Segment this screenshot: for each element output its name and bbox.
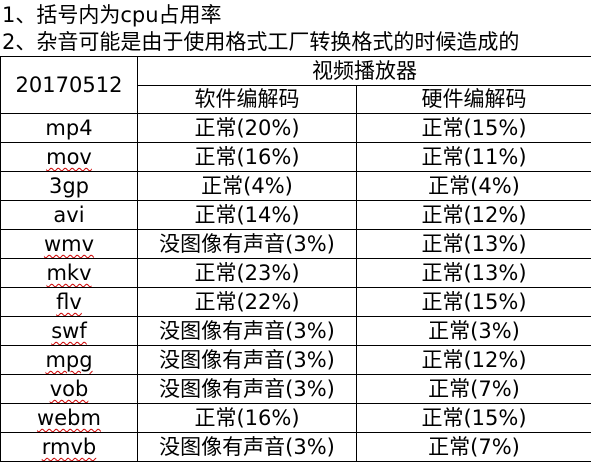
- hardware-result-cell: 正常(7%): [357, 433, 591, 462]
- format-cell: mkv: [1, 259, 138, 288]
- note-cpu-usage: 1、括号内为cpu占用率: [2, 1, 222, 29]
- test-date-cell: 20170512: [1, 57, 138, 114]
- software-result-cell: 正常(14%): [138, 201, 357, 230]
- hardware-result-cell: 正常(15%): [357, 114, 591, 143]
- hardware-result-cell: 正常(11%): [357, 143, 591, 172]
- table-row: wmv 没图像有声音(3%)正常(13%): [1, 230, 591, 259]
- table-row: rmvb 没图像有声音(3%)正常(7%): [1, 433, 591, 462]
- format-label: mpg: [45, 348, 92, 372]
- format-cell: rmvb: [1, 433, 138, 462]
- format-label: vob: [50, 377, 89, 401]
- software-result-cell: 没图像有声音(3%): [138, 375, 357, 404]
- table-row: mov 正常(16%)正常(11%): [1, 143, 591, 172]
- format-label: mp4: [45, 116, 92, 140]
- format-label: rmvb: [42, 435, 96, 459]
- format-label: avi: [53, 203, 84, 227]
- format-cell: mov: [1, 143, 138, 172]
- column-header-hardware: 硬件编解码: [357, 86, 591, 114]
- software-result-cell: 没图像有声音(3%): [138, 230, 357, 259]
- format-label: mkv: [46, 261, 91, 285]
- format-cell: swf: [1, 317, 138, 346]
- hardware-result-cell: 正常(15%): [357, 404, 591, 433]
- codec-test-table: 20170512 视频播放器 软件编解码 硬件编解码 mp4正常(20%)正常(…: [0, 56, 591, 462]
- table-row: mkv 正常(23%)正常(13%): [1, 259, 591, 288]
- format-cell: vob: [1, 375, 138, 404]
- software-result-cell: 没图像有声音(3%): [138, 346, 357, 375]
- format-cell: avi: [1, 201, 138, 230]
- format-cell: wmv: [1, 230, 138, 259]
- software-result-cell: 没图像有声音(3%): [138, 433, 357, 462]
- software-result-cell: 正常(22%): [138, 288, 357, 317]
- format-cell: webm: [1, 404, 138, 433]
- software-result-cell: 没图像有声音(3%): [138, 317, 357, 346]
- format-label: mov: [46, 145, 92, 169]
- format-label: swf: [51, 319, 87, 343]
- software-result-cell: 正常(16%): [138, 143, 357, 172]
- table-row: vob 没图像有声音(3%)正常(7%): [1, 375, 591, 404]
- hardware-result-cell: 正常(12%): [357, 346, 591, 375]
- software-result-cell: 正常(23%): [138, 259, 357, 288]
- format-cell: mpg: [1, 346, 138, 375]
- table-row: mpg 没图像有声音(3%)正常(12%): [1, 346, 591, 375]
- hardware-result-cell: 正常(13%): [357, 230, 591, 259]
- hardware-result-cell: 正常(7%): [357, 375, 591, 404]
- player-group-header: 视频播放器: [138, 57, 591, 86]
- table-row: mp4 正常(20%)正常(15%): [1, 114, 591, 143]
- hardware-result-cell: 正常(4%): [357, 172, 591, 201]
- format-cell: flv: [1, 288, 138, 317]
- note-noise-cause: 2、杂音可能是由于使用格式工厂转换格式的时候造成的: [2, 28, 519, 56]
- format-label: wmv: [44, 232, 94, 256]
- software-result-cell: 正常(4%): [138, 172, 357, 201]
- format-label: webm: [37, 406, 101, 430]
- table-row: avi 正常(14%)正常(12%): [1, 201, 591, 230]
- table-body: mp4正常(20%)正常(15%)mov正常(16%)正常(11%)3gp正常(…: [1, 114, 591, 462]
- software-result-cell: 正常(20%): [138, 114, 357, 143]
- hardware-result-cell: 正常(12%): [357, 201, 591, 230]
- table-row: flv 正常(22%)正常(15%): [1, 288, 591, 317]
- hardware-result-cell: 正常(15%): [357, 288, 591, 317]
- table-row: 3gp 正常(4%)正常(4%): [1, 172, 591, 201]
- table-row: swf 没图像有声音(3%)正常(3%): [1, 317, 591, 346]
- software-result-cell: 正常(16%): [138, 404, 357, 433]
- hardware-result-cell: 正常(13%): [357, 259, 591, 288]
- column-header-software: 软件编解码: [138, 86, 357, 114]
- format-cell: 3gp: [1, 172, 138, 201]
- format-label: 3gp: [49, 174, 89, 198]
- table-row: webm 正常(16%)正常(15%): [1, 404, 591, 433]
- format-label: flv: [56, 290, 82, 314]
- hardware-result-cell: 正常(3%): [357, 317, 591, 346]
- format-cell: mp4: [1, 114, 138, 143]
